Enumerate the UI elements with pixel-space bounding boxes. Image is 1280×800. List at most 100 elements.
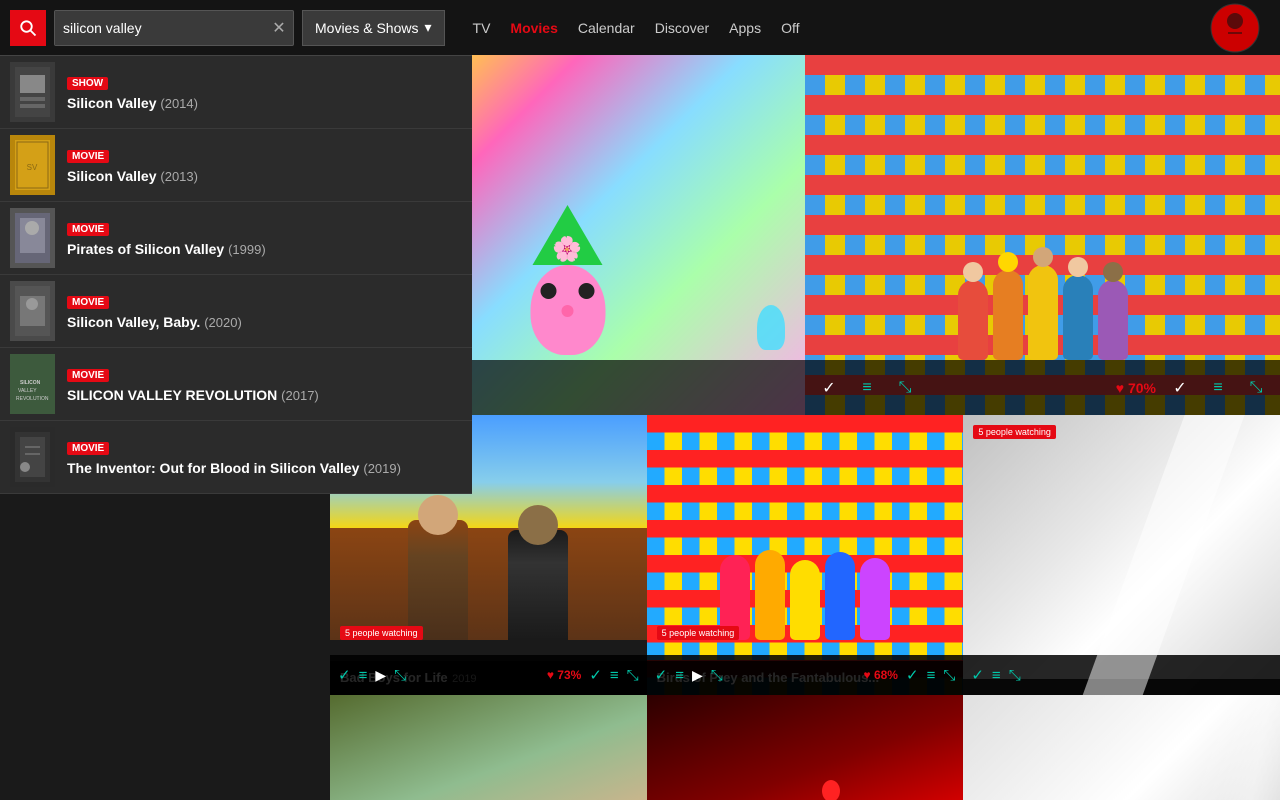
svg-text:VALLEY: VALLEY [18,388,37,394]
nav-link-apps[interactable]: Apps [729,20,761,36]
chevron-down-icon: ▾ [424,19,431,36]
white-card-actions: ✓ ≡ ⤡ [963,655,1280,695]
result-year: (2019) [363,461,401,476]
check-icon[interactable]: ✓ [815,374,843,402]
score-badge: ♥ 70% [1116,380,1156,396]
birds-of-prey-card[interactable]: ✓ ≡ ⤡ ♥ 70% ✓ ≡ ⤡ [805,55,1280,415]
type-badge: Movie [67,369,109,382]
result-year: (2020) [204,315,242,330]
watching-label: 5 people watching [340,626,423,640]
result-year: (2017) [281,388,319,403]
dropdown-item[interactable]: SV Movie Silicon Valley (2013) [0,129,472,202]
result-info: Movie SILICON VALLEY REVOLUTION (2017) [67,365,319,403]
check-icon-5[interactable]: ✓ [971,666,984,684]
filter-label: Movies & Shows [315,20,418,36]
nav-link-movies[interactable]: Movies [510,20,557,36]
result-title: Silicon Valley (2013) [67,168,198,184]
check-icon[interactable]: ✓ [338,666,351,684]
result-year: (1999) [228,242,266,257]
watching-label-2: 5 people watching [657,626,740,640]
bad-boys-actions: ✓ ≡ ▶ ⤡ ♥ 73% ✓ ≡ ⤡ [330,655,647,695]
result-title: Pirates of Silicon Valley (1999) [67,241,266,257]
expand-icon-2[interactable]: ⤡ [1242,374,1270,402]
white-card[interactable]: 5 people watching ✓ ≡ ⤡ [963,415,1280,695]
search-icon-button[interactable] [10,10,46,46]
result-title: SILICON VALLEY REVOLUTION (2017) [67,387,319,403]
result-info: Movie Silicon Valley (2013) [67,146,198,184]
type-badge: Show [67,77,108,90]
play-button[interactable]: ▶ [375,667,386,684]
expand-icon-4[interactable]: ⤡ [943,667,955,684]
result-info: Movie Pirates of Silicon Valley (1999) [67,219,266,257]
main-content: 🌸 ✓ ≡ ⤡ [330,55,1280,800]
expand-icon[interactable]: ⤡ [394,667,406,684]
mid-row: 5 people watching Bad Boys for Life 2019… [330,415,1280,695]
search-dropdown: Show Silicon Valley (2014) SV Movie Sili… [0,55,472,494]
list-icon-2[interactable]: ≡ [610,667,619,684]
dropdown-item[interactable]: Movie Pirates of Silicon Valley (1999) [0,202,472,275]
result-info: Movie Silicon Valley, Baby. (2020) [67,292,242,330]
list-icon-4[interactable]: ≡ [927,667,936,684]
watching-label-3: 5 people watching [973,425,1056,439]
result-thumbnail [10,62,55,122]
filter-dropdown[interactable]: Movies & Shows ▾ [302,10,445,46]
result-info: Show Silicon Valley (2014) [67,73,198,111]
expand-icon-3[interactable]: ⤡ [711,667,723,684]
dropdown-item[interactable]: Movie The Inventor: Out for Blood in Sil… [0,421,472,494]
type-badge: Movie [67,150,109,163]
person-left [408,520,468,640]
birds-card-actions: ✓ ≡ ⤡ ♥ 70% ✓ ≡ ⤡ [805,360,1280,415]
check-icon-3[interactable]: ✓ [655,666,668,684]
logo [1210,3,1260,53]
nav-link-tv[interactable]: TV [473,20,491,36]
search-input[interactable] [55,11,265,45]
play-button-2[interactable]: ▶ [692,667,703,684]
expand-icon-5[interactable]: ⤡ [1009,667,1021,684]
result-title: Silicon Valley (2014) [67,95,198,111]
type-badge: Movie [67,296,109,309]
check-icon-4[interactable]: ✓ [906,666,919,684]
result-year: (2013) [160,169,198,184]
type-badge: Movie [67,442,109,455]
result-thumbnail: SILICON VALLEY REVOLUTION [10,354,55,414]
nav-link-off[interactable]: Off [781,20,799,36]
bottom-white-card[interactable]: ✓ ≡ ⤡ [963,695,1280,800]
dropdown-item[interactable]: Show Silicon Valley (2014) [0,56,472,129]
list-icon-5[interactable]: ≡ [992,667,1001,684]
group-card[interactable]: ✓ ≡ ⤡ [330,695,647,800]
result-thumbnail [10,208,55,268]
women-group [805,265,1280,360]
list-icon[interactable]: ≡ [359,667,368,684]
list-icon-3[interactable]: ≡ [675,667,684,684]
result-thumbnail [10,427,55,487]
score-2: ♥ 68% [864,668,898,682]
nav-links: TV Movies Calendar Discover Apps Off [473,20,800,36]
dropdown-item[interactable]: SILICON VALLEY REVOLUTION Movie SILICON VA… [0,348,472,421]
list-icon[interactable]: ≡ [853,374,881,402]
result-thumbnail [10,281,55,341]
nav-link-calendar[interactable]: Calendar [578,20,635,36]
expand-icon-2[interactable]: ⤡ [627,667,639,684]
person-silhouettes [398,500,578,640]
result-title: The Inventor: Out for Blood in Silicon V… [67,460,401,476]
it-card[interactable]: ✓ ≡ ⤡ [647,695,964,800]
navbar: ✓✕ Movies & Shows ▾ TV Movies Calendar D… [0,0,1280,55]
type-badge: Movie [67,223,109,236]
expand-icon[interactable]: ⤡ [891,374,919,402]
check-icon-2[interactable]: ✓ [589,666,602,684]
result-year: (2014) [160,96,198,111]
nav-link-discover[interactable]: Discover [655,20,709,36]
svg-text:SV: SV [27,163,38,172]
check-icon-2[interactable]: ✓ [1166,374,1194,402]
result-title: Silicon Valley, Baby. (2020) [67,314,242,330]
clear-button[interactable]: ✓✕ [265,14,293,42]
bottom-row: ✓ ≡ ⤡ ✓ ≡ ⤡ [330,695,1280,800]
result-info: Movie The Inventor: Out for Blood in Sil… [67,438,401,476]
svg-text:REVOLUTION: REVOLUTION [16,396,49,402]
dropdown-item[interactable]: Movie Silicon Valley, Baby. (2020) [0,275,472,348]
list-icon-2[interactable]: ≡ [1204,374,1232,402]
hero-row: 🌸 ✓ ≡ ⤡ [330,55,1280,415]
birds-of-prey-2-card[interactable]: 5 people watching Birds of Prey and the … [647,415,964,695]
birds2-actions: ✓ ≡ ▶ ⤡ ♥ 68% ✓ ≡ ⤡ [647,655,964,695]
svg-text:SILICON: SILICON [20,380,41,386]
